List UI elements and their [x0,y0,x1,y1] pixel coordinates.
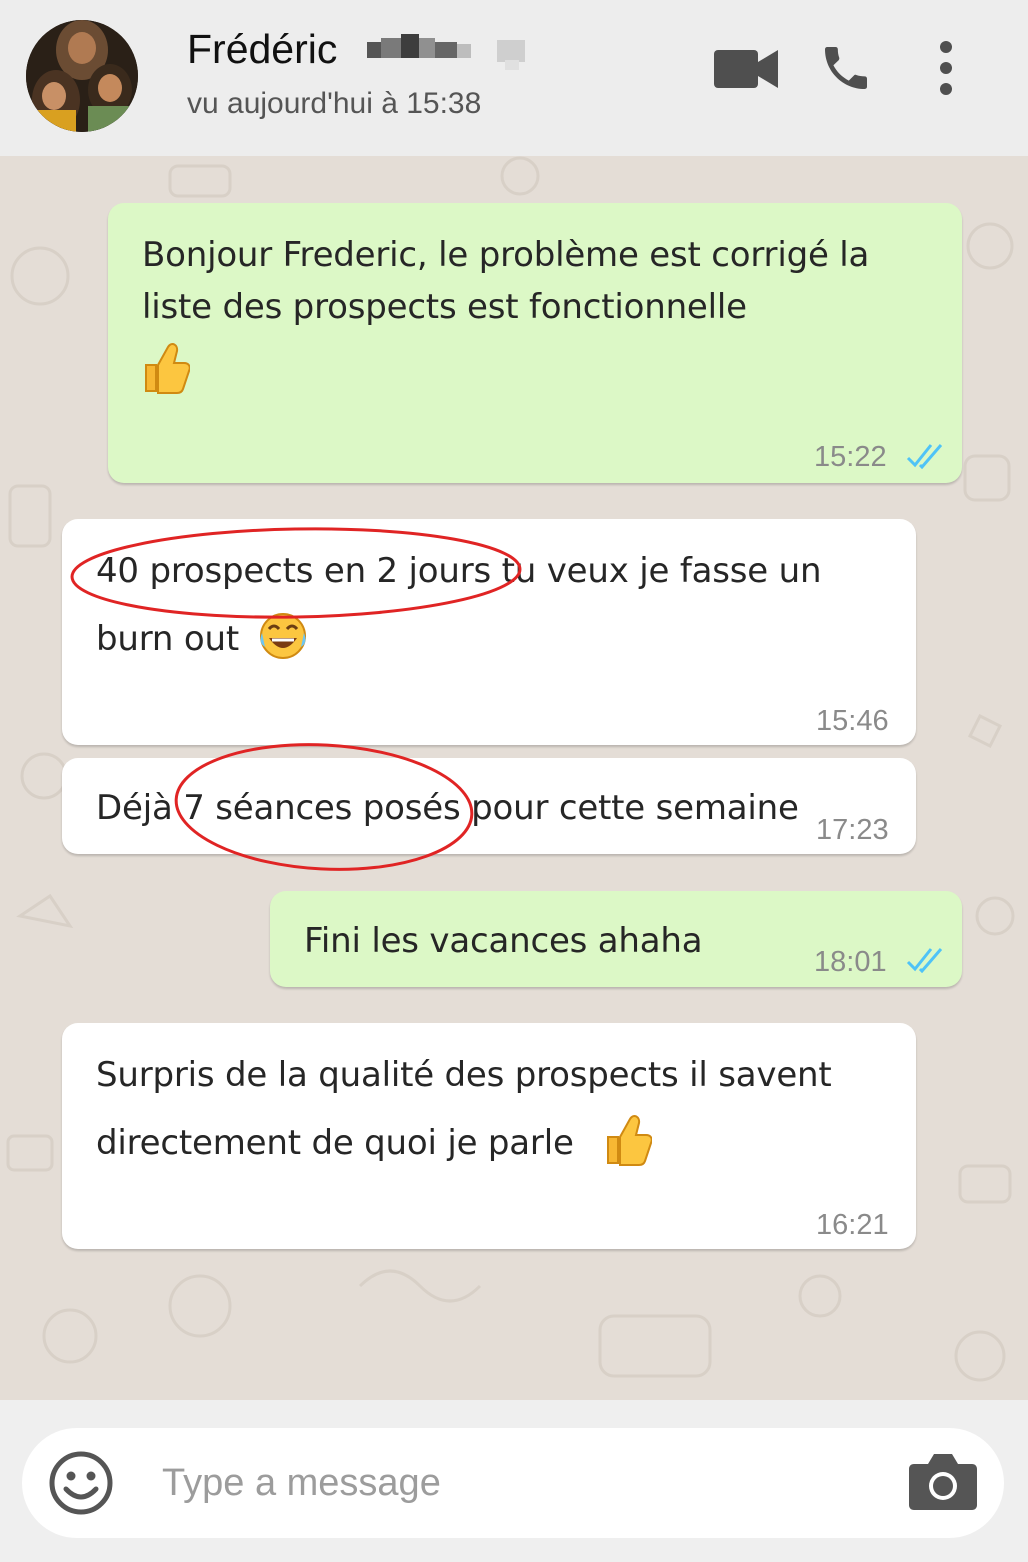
message-input[interactable] [162,1456,902,1510]
read-receipt-icon [906,443,948,473]
message-text-line: 40 prospects en 2 jours tu veux je fasse… [96,551,822,591]
last-seen-status: vu aujourd'hui à 15:38 [187,87,482,120]
message-bubble-incoming[interactable]: Surpris de la qualité des prospects il s… [62,1023,916,1249]
thumbs-up-emoji-icon [140,341,191,399]
contact-name[interactable]: Frédéric [187,26,337,73]
chat-header: Frédéric vu aujourd'hui à 15:38 [0,0,1028,156]
camera-icon[interactable] [908,1450,978,1516]
message-bubble-outgoing[interactable]: Fini les vacances ahaha 18:01 [270,891,962,987]
smiley-icon[interactable] [48,1450,114,1520]
message-composer [0,1400,1028,1562]
message-bubble-outgoing[interactable]: Bonjour Frederic, le problème est corrig… [108,203,962,483]
message-time: 17:23 [816,814,889,846]
phone-icon[interactable] [818,40,874,100]
face-with-tears-of-joy-emoji-icon [258,611,308,665]
contact-avatar[interactable] [26,20,138,132]
avatar-photo [26,20,138,132]
message-input-pill[interactable] [22,1428,1004,1538]
chat-area[interactable]: Bonjour Frederic, le problème est corrig… [0,156,1028,1400]
thumbs-up-emoji-icon [602,1113,653,1171]
read-receipt-icon [906,947,948,977]
message-bubble-incoming[interactable]: Déjà 7 séances posés pour cette semaine … [62,758,916,854]
message-bubble-incoming[interactable]: 40 prospects en 2 jours tu veux je fasse… [62,519,916,745]
video-camera-icon[interactable] [714,46,780,96]
message-time: 15:22 [814,441,887,473]
message-text-line: Fini les vacances ahaha [304,921,703,961]
message-text-line: directement de quoi je parle [96,1123,574,1163]
blurred-surname [367,34,532,70]
message-text-line: burn out [96,619,239,659]
message-time: 18:01 [814,946,887,978]
message-text-line: liste des prospects est fonctionnelle [142,287,747,327]
message-time: 15:46 [816,705,889,737]
message-text-line: Surpris de la qualité des prospects il s… [96,1055,832,1095]
message-text-line: Déjà 7 séances posés pour cette semaine [96,788,799,828]
more-vertical-icon[interactable] [936,40,956,100]
message-time: 16:21 [816,1209,889,1241]
message-text-line: Bonjour Frederic, le problème est corrig… [142,235,870,275]
